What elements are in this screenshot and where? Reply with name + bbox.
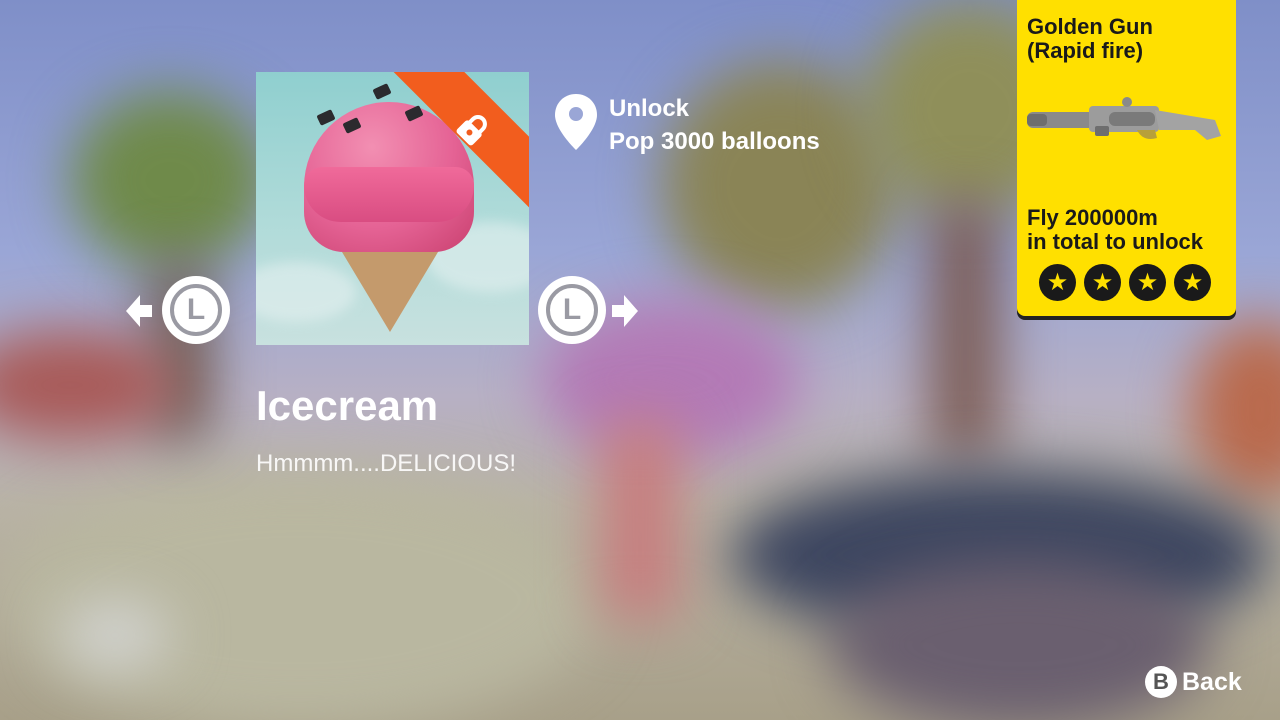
item-description: Hmmmm....DELICIOUS!	[256, 450, 517, 477]
next-item-button[interactable]: L	[538, 276, 646, 346]
back-label: Back	[1182, 667, 1242, 696]
item-preview[interactable]	[256, 72, 529, 345]
unlock-condition: Pop 3000 balloons	[609, 128, 820, 155]
back-button[interactable]: B Back	[1145, 666, 1242, 698]
reward-condition-line2: in total to unlock	[1027, 229, 1203, 254]
star-rating: ★ ★ ★ ★	[1039, 264, 1211, 301]
arrow-left-icon	[126, 295, 152, 327]
star-icon: ★	[1129, 264, 1166, 301]
l-stick-label: L	[546, 284, 598, 336]
l-stick-icon: L	[162, 276, 230, 344]
star-icon: ★	[1174, 264, 1211, 301]
prev-item-button[interactable]: L	[124, 276, 232, 346]
arrow-right-icon	[612, 295, 638, 327]
l-stick-label: L	[170, 284, 222, 336]
reward-title: Golden Gun (Rapid fire)	[1027, 15, 1153, 63]
reward-title-line2: (Rapid fire)	[1027, 38, 1144, 63]
reward-condition: Fly 200000m in total to unlock	[1027, 206, 1203, 254]
unlock-label: Unlock	[609, 95, 690, 122]
star-icon: ★	[1039, 264, 1076, 301]
location-pin-icon	[555, 94, 597, 150]
unlock-requirement: Unlock Pop 3000 balloons	[553, 92, 820, 158]
golden-gun-icon	[1027, 97, 1221, 140]
reward-condition-line1: Fly 200000m	[1027, 205, 1158, 230]
b-button-icon: B	[1145, 666, 1177, 698]
item-name: Icecream	[256, 382, 439, 429]
reward-title-line1: Golden Gun	[1027, 14, 1153, 39]
l-stick-icon: L	[538, 276, 606, 344]
star-icon: ★	[1084, 264, 1121, 301]
reward-panel[interactable]: Golden Gun (Rapid fire) Fly 200000m in t…	[1017, 0, 1236, 316]
